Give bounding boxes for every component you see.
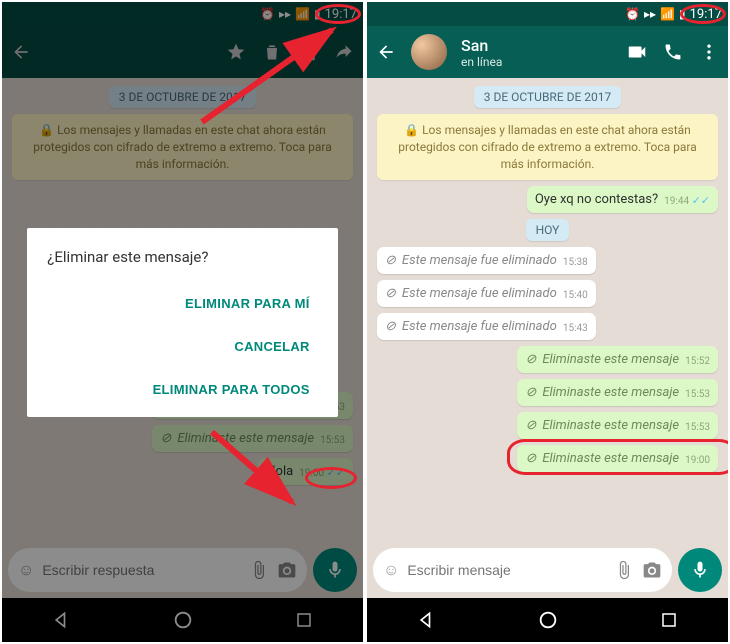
- blocked-icon: ⊘: [525, 352, 536, 367]
- blocked-icon: ⊘: [525, 385, 536, 400]
- message-out-deleted[interactable]: ⊘Eliminaste este mensaje15:53: [517, 412, 718, 439]
- delete-dialog-overlay: ¿Eliminar este mensaje? ELIMINAR PARA MÍ…: [2, 2, 363, 642]
- delete-dialog: ¿Eliminar este mensaje? ELIMINAR PARA MÍ…: [27, 228, 337, 417]
- input-bar: ☺: [367, 542, 728, 598]
- encryption-notice[interactable]: 🔒 Los mensajes y llamadas en este chat a…: [377, 114, 718, 180]
- message-out-deleted[interactable]: ⊘Eliminaste este mensaje15:52: [517, 346, 718, 373]
- blocked-icon: ⊘: [525, 418, 536, 433]
- blocked-icon: ⊘: [385, 319, 396, 334]
- camera-icon[interactable]: [642, 560, 662, 580]
- more-icon[interactable]: [698, 41, 720, 63]
- wifi-icon: ▸▸: [644, 7, 656, 21]
- statusbar: ⏰ ▸▸ 📶 ▮ 19:17: [367, 2, 728, 26]
- cancel-button[interactable]: CANCELAR: [226, 327, 317, 366]
- phone-left: ⏰ ▸▸ 📶 ▮ 19:17 3 DE OCTUBRE DE 2017 🔒 Lo…: [2, 2, 363, 642]
- android-navbar: [367, 598, 728, 642]
- avatar[interactable]: [411, 34, 447, 70]
- date-chip: 3 DE OCTUBRE DE 2017: [474, 86, 622, 108]
- chat-area: 3 DE OCTUBRE DE 2017 🔒 Los mensajes y ll…: [367, 78, 728, 542]
- delete-for-me-button[interactable]: ELIMINAR PARA MÍ: [177, 284, 318, 323]
- message-in-deleted[interactable]: ⊘Este mensaje fue eliminado15:38: [377, 247, 596, 274]
- nav-recent-icon[interactable]: [660, 611, 678, 629]
- message-in-deleted[interactable]: ⊘Este mensaje fue eliminado15:43: [377, 313, 596, 340]
- read-tick-icon: ✓✓: [692, 194, 710, 207]
- phone-right: ⏰ ▸▸ 📶 ▮ 19:17 San en línea 3 DE OCTUBRE…: [367, 2, 728, 642]
- emoji-icon[interactable]: ☺: [383, 560, 399, 580]
- videocall-icon[interactable]: [626, 41, 648, 63]
- delete-for-all-button[interactable]: ELIMINAR PARA TODOS: [145, 370, 318, 409]
- message-input-field[interactable]: ☺: [373, 548, 672, 592]
- contact-name: San: [461, 36, 502, 55]
- appbar-chat: San en línea: [367, 26, 728, 78]
- nav-back-icon[interactable]: [417, 610, 437, 630]
- mic-button[interactable]: [678, 548, 722, 592]
- call-icon[interactable]: [662, 41, 684, 63]
- contact-info[interactable]: San en línea: [461, 36, 502, 69]
- message-input[interactable]: [407, 562, 606, 578]
- blocked-icon: ⊘: [385, 286, 396, 301]
- clock: 19:17: [690, 7, 722, 22]
- dialog-title: ¿Eliminar este mensaje?: [47, 248, 317, 266]
- contact-status: en línea: [461, 55, 502, 69]
- blocked-icon: ⊘: [385, 253, 396, 268]
- message-in-deleted[interactable]: ⊘Este mensaje fue eliminado15:40: [377, 280, 596, 307]
- signal-icon: 📶: [660, 7, 675, 21]
- today-chip: HOY: [526, 219, 570, 241]
- nav-home-icon[interactable]: [537, 609, 559, 631]
- back-icon[interactable]: [375, 41, 397, 63]
- message-out[interactable]: Oye xq no contestas? 19:44 ✓✓: [527, 186, 718, 213]
- message-out-deleted[interactable]: ⊘Eliminaste este mensaje15:53: [517, 379, 718, 406]
- alarm-icon: ⏰: [625, 7, 640, 21]
- message-out-deleted[interactable]: ⊘Eliminaste este mensaje19:00: [517, 445, 718, 472]
- attach-icon[interactable]: [614, 560, 634, 580]
- blocked-icon: ⊘: [525, 451, 536, 466]
- battery-icon: ▮: [679, 7, 686, 21]
